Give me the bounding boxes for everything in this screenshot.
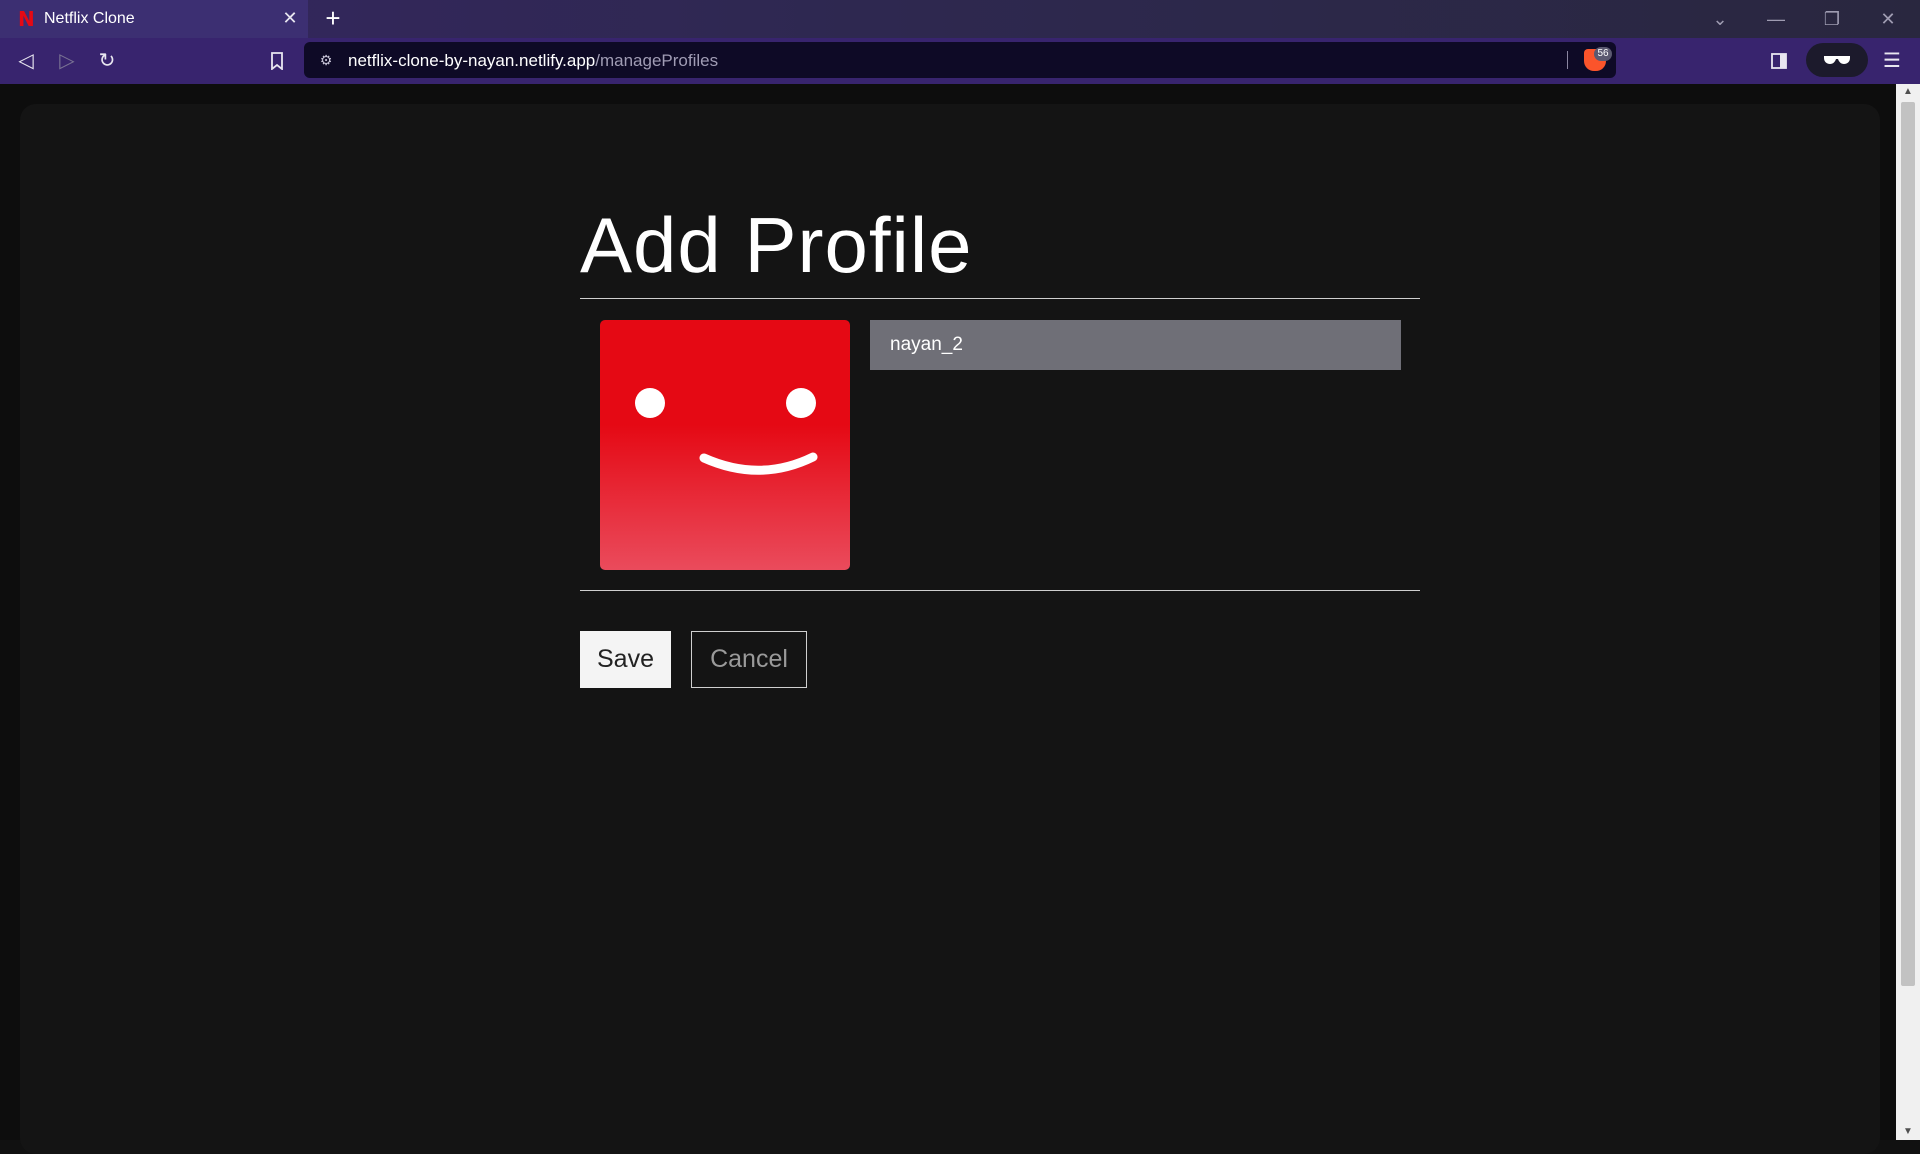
address-bar[interactable]: ⚙ netflix-clone-by-nayan.netlify.app/man…: [304, 42, 1616, 78]
scroll-down-icon[interactable]: ▼: [1896, 1124, 1920, 1140]
forward-icon[interactable]: ▷: [53, 47, 81, 75]
bookmark-icon[interactable]: [263, 47, 291, 75]
browser-tab-bar: N Netflix Clone ✕ + ⌄ — ❐ ✕: [0, 0, 1920, 38]
reload-icon[interactable]: ↻: [93, 47, 121, 75]
content-divider: [580, 590, 1420, 591]
sidebar-toggle-icon[interactable]: [1765, 47, 1793, 75]
url-text[interactable]: netflix-clone-by-nayan.netlify.app/manag…: [348, 51, 718, 71]
vertical-scrollbar[interactable]: ▲ ▼: [1896, 84, 1920, 1140]
url-path: /manageProfiles: [595, 51, 719, 70]
window-close-icon[interactable]: ✕: [1874, 6, 1902, 32]
private-glasses-icon[interactable]: [1806, 43, 1868, 77]
scroll-up-icon[interactable]: ▲: [1896, 84, 1920, 100]
close-icon[interactable]: ✕: [280, 8, 300, 28]
profile-avatar[interactable]: [600, 320, 850, 570]
title-divider: [580, 298, 1420, 299]
minimize-icon[interactable]: —: [1762, 6, 1790, 32]
save-button[interactable]: Save: [580, 631, 671, 688]
shield-count-badge: 56: [1594, 47, 1612, 61]
url-divider: [1567, 51, 1568, 69]
back-icon[interactable]: ◁: [12, 47, 40, 75]
scroll-thumb[interactable]: [1901, 102, 1915, 986]
new-tab-button[interactable]: +: [320, 5, 346, 31]
menu-icon[interactable]: ☰: [1878, 47, 1906, 75]
cancel-button[interactable]: Cancel: [691, 631, 807, 688]
netflix-n-icon: N: [18, 7, 35, 31]
chevron-down-icon[interactable]: ⌄: [1706, 6, 1734, 32]
tab-title: Netflix Clone: [44, 10, 135, 27]
page-title: Add Profile: [580, 201, 973, 289]
smiley-face-icon: [635, 388, 818, 475]
restore-icon[interactable]: ❐: [1818, 6, 1846, 32]
site-settings-icon[interactable]: ⚙: [316, 50, 336, 70]
url-host: netflix-clone-by-nayan.netlify.app: [348, 51, 596, 70]
profile-name-input[interactable]: [870, 320, 1401, 370]
browser-toolbar: ◁ ▷ ↻ ⚙ netflix-clone-by-nayan.netlify.a…: [0, 38, 1920, 84]
browser-tab[interactable]: N Netflix Clone ✕: [0, 0, 308, 38]
